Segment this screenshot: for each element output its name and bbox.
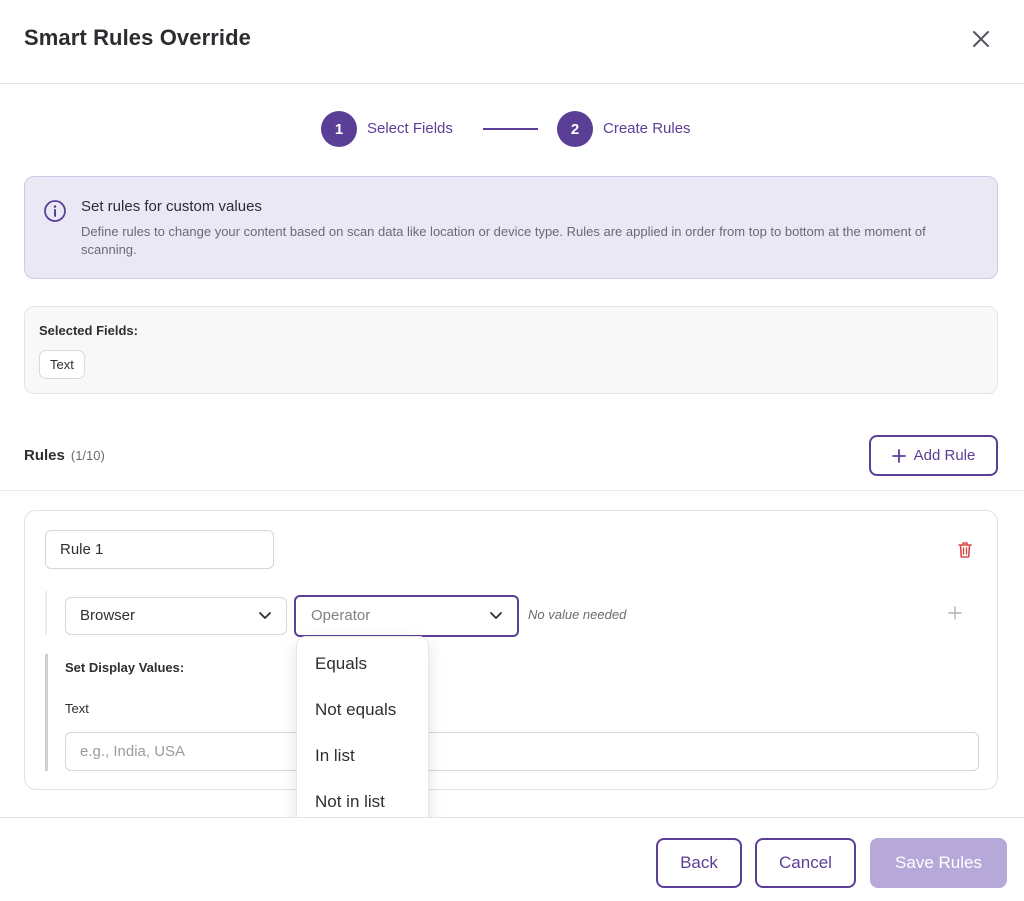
operator-option-equals[interactable]: Equals [297,645,428,691]
trash-icon[interactable] [955,540,975,560]
operator-option-in-list[interactable]: In list [297,737,428,783]
step-1-label[interactable]: Select Fields [367,120,453,137]
close-button[interactable] [966,24,996,54]
add-rule-label: Add Rule [913,447,976,464]
stepper: 1 Select Fields 2 Create Rules [0,111,1024,147]
modal-header: Smart Rules Override [0,0,1024,84]
selected-fields-label: Selected Fields: [39,323,138,338]
rules-heading: Rules (1/10) [24,447,105,464]
operator-select[interactable]: Operator [294,595,519,637]
operator-dropdown: Equals Not equals In list Not in list [296,636,429,830]
step-2-label[interactable]: Create Rules [603,120,691,137]
step-connector [483,128,538,130]
text-field-label: Text [65,701,89,716]
step-2-circle[interactable]: 2 [557,111,593,147]
add-rule-button[interactable]: Add Rule [869,435,998,476]
rules-count: (1/10) [70,448,105,463]
operator-placeholder: Operator [311,607,371,624]
plus-icon [891,448,906,463]
chevron-down-icon [259,612,271,619]
save-rules-button[interactable]: Save Rules [870,838,1007,888]
operator-option-not-equals[interactable]: Not equals [297,691,428,737]
field-chip: Text [39,350,85,379]
selected-fields-panel: Selected Fields: Text [24,306,998,394]
rules-label: Rules [24,447,65,464]
rule-card: Rule 1 Browser Operator No value needed … [24,510,998,790]
display-text-input[interactable]: e.g., India, USA [65,732,979,771]
info-title: Set rules for custom values [81,198,262,215]
modal-title: Smart Rules Override [24,25,251,50]
info-banner: Set rules for custom values Define rules… [24,176,998,279]
chevron-down-icon [490,612,502,619]
modal-footer: Back Cancel Save Rules [0,817,1024,901]
add-condition-icon[interactable] [947,605,963,621]
info-text: Define rules to change your content base… [81,224,926,257]
value-hint: No value needed [528,607,627,622]
display-values-label: Set Display Values: [65,660,185,675]
back-button[interactable]: Back [656,838,742,888]
condition-field-select[interactable]: Browser [65,597,287,635]
section-divider [0,490,1024,491]
display-values-bar [45,654,48,771]
rule-name-input[interactable]: Rule 1 [45,530,274,569]
close-icon [973,31,989,47]
condition-bar [45,591,47,635]
step-1-circle[interactable]: 1 [321,111,357,147]
cancel-button[interactable]: Cancel [755,838,856,888]
condition-field-value: Browser [80,607,136,624]
info-icon [44,200,66,222]
